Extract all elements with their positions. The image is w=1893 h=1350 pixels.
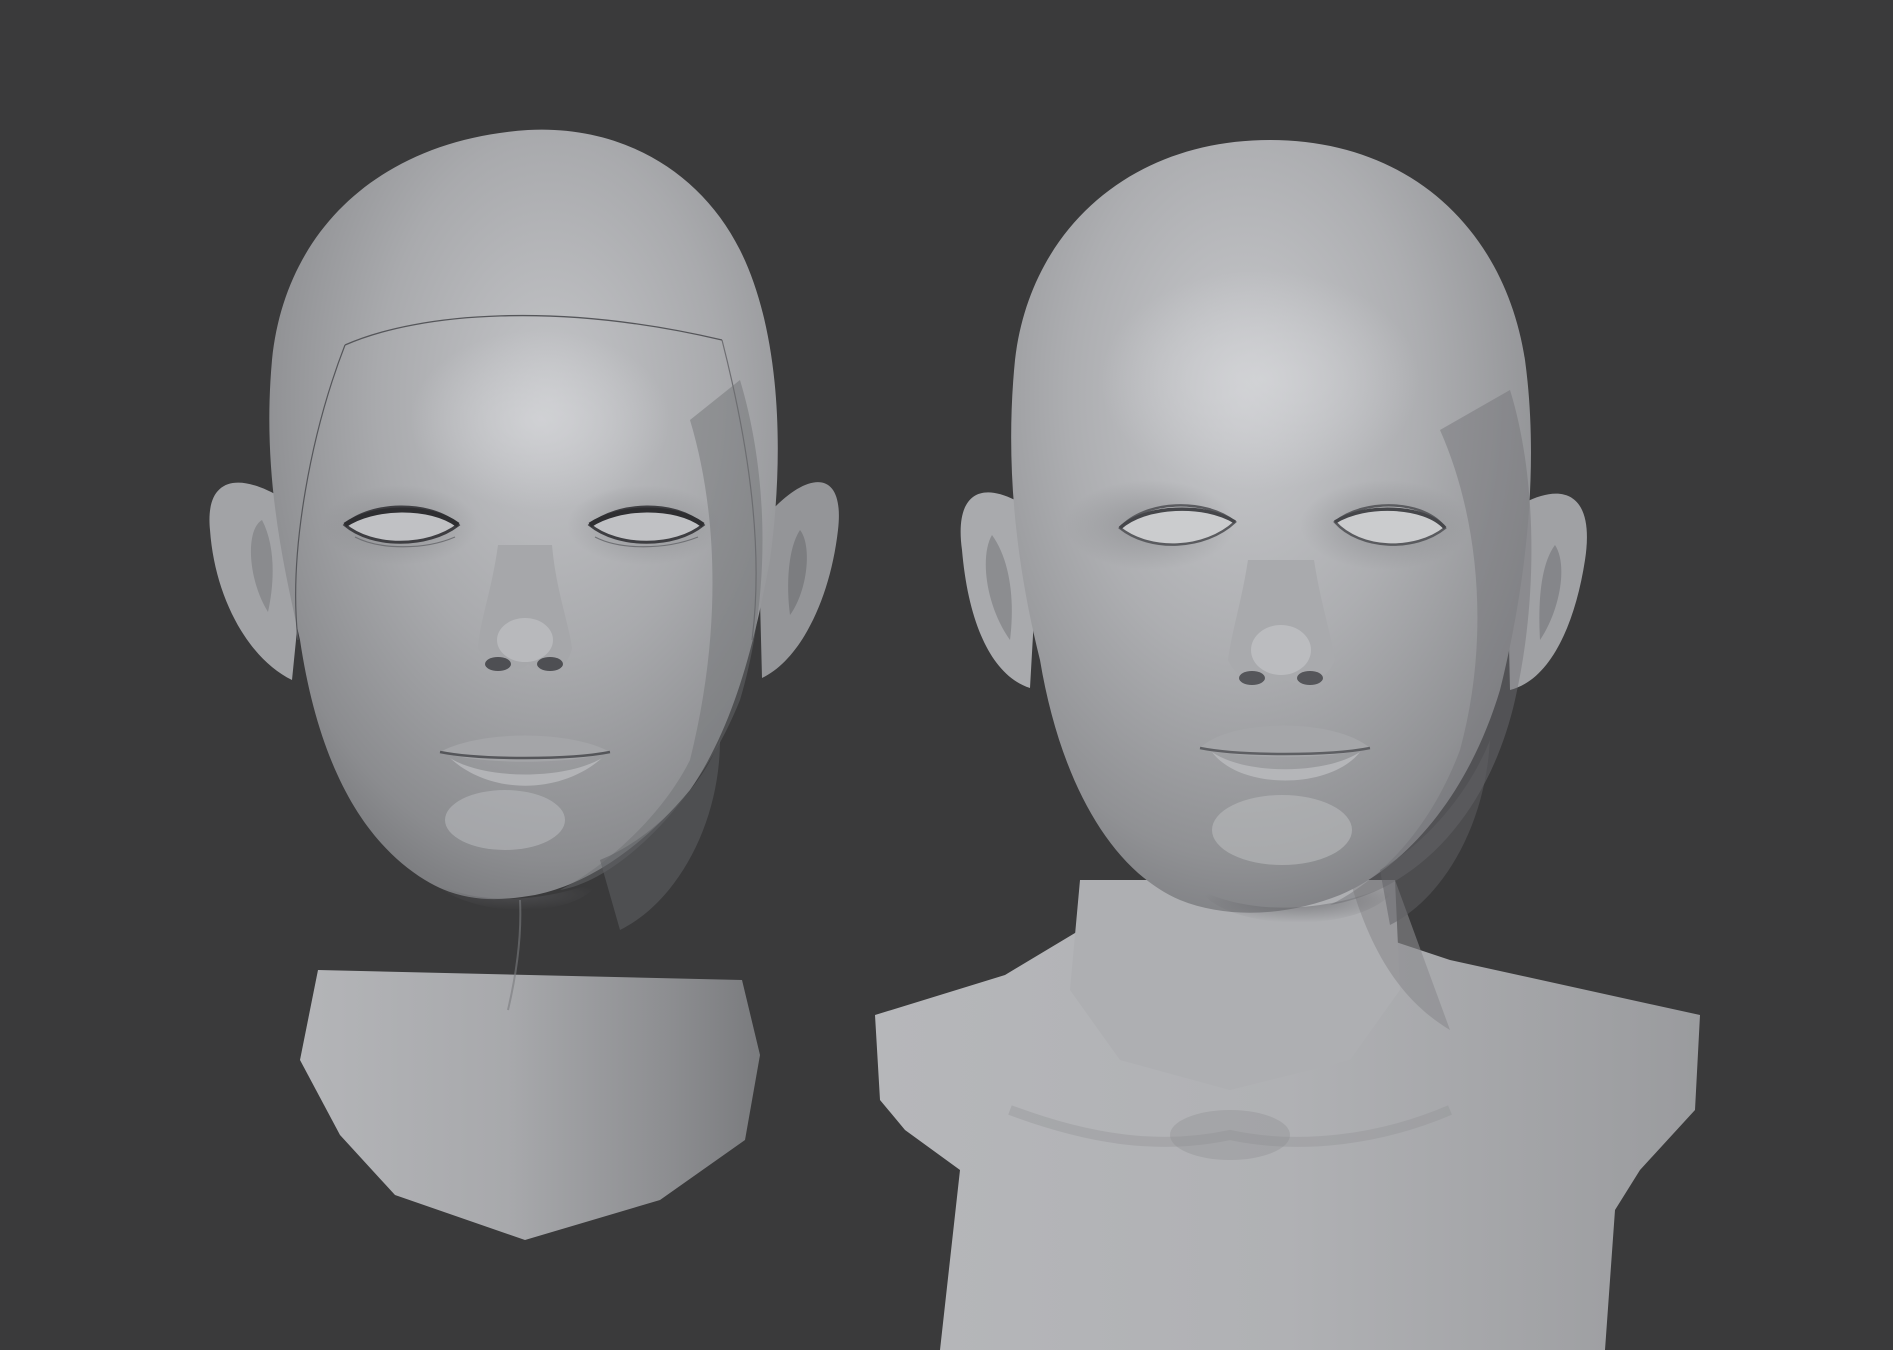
viewport-canvas[interactable] bbox=[0, 0, 1893, 1350]
scene-render bbox=[209, 129, 1700, 1350]
left-neck bbox=[300, 970, 760, 1240]
head-sculpt-left[interactable] bbox=[209, 129, 839, 1240]
head-sculpt-right[interactable] bbox=[875, 140, 1700, 1350]
